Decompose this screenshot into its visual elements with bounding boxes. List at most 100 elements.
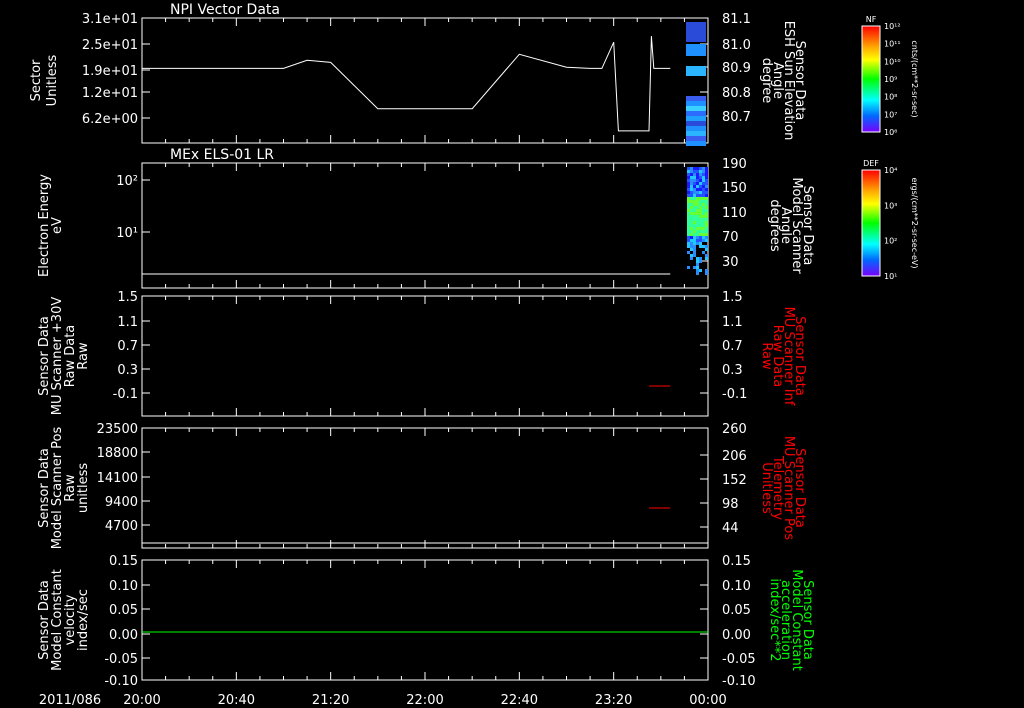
y-tick-label-right: 206	[722, 449, 747, 464]
right-axis-label: Raw	[759, 342, 774, 370]
spectrogram-cell	[686, 111, 706, 116]
heatmap-cell	[693, 230, 696, 233]
heatmap-cell	[693, 176, 696, 179]
heatmap-cell	[693, 185, 696, 188]
y-tick-label-right: 81.0	[722, 38, 751, 53]
heatmap-cell	[696, 176, 699, 179]
y-tick-label: 4700	[105, 519, 138, 534]
y-tick-label-right: 190	[722, 157, 747, 172]
y-tick-label: 6.2e+00	[82, 112, 138, 127]
spectrogram-cell	[686, 131, 706, 136]
y-tick-label: 0.10	[109, 579, 138, 594]
y-tick-label-right: 0.00	[722, 628, 751, 643]
heatmap-cell	[690, 230, 693, 233]
y-tick-label-right: -0.1	[722, 387, 747, 402]
heatmap-cell	[690, 209, 693, 212]
y-tick-label-right: -0.05	[722, 652, 756, 667]
heatmap-cell	[699, 269, 702, 272]
heatmap-cell	[702, 212, 705, 215]
heatmap-cell	[690, 197, 693, 200]
y-tick-label: 3.1e+01	[82, 12, 138, 27]
heatmap-cell	[699, 260, 702, 263]
heatmap-cell	[687, 239, 690, 242]
heatmap-cell	[696, 227, 699, 230]
heatmap-cell	[693, 248, 696, 251]
left-axis-label: Sector	[29, 59, 44, 101]
heatmap-cell	[699, 197, 702, 200]
y-tick-label: -0.1	[113, 387, 138, 402]
y-tick-label-right: 30	[722, 255, 739, 270]
spectrogram-cell	[686, 66, 706, 76]
y-tick-label-right: 81.1	[722, 12, 751, 27]
spectrogram-cell	[686, 22, 706, 42]
right-axis-label: Unitless	[759, 462, 774, 514]
heatmap-cell	[696, 260, 699, 263]
heatmap-cell	[690, 245, 693, 248]
heatmap-cell	[687, 233, 690, 236]
heatmap-cell	[693, 197, 696, 200]
heatmap-cell	[690, 248, 693, 251]
heatmap-cell	[690, 233, 693, 236]
left-axis-label: unitless	[76, 463, 91, 514]
heatmap-cell	[690, 224, 693, 227]
heatmap-cell	[693, 239, 696, 242]
sector-line	[142, 36, 671, 132]
date-label: 2011/086	[39, 693, 101, 708]
heatmap-cell	[702, 194, 705, 197]
heatmap-cell	[693, 209, 696, 212]
y-tick-label: 0.15	[109, 554, 138, 569]
heatmap-cell	[702, 200, 705, 203]
colorbar	[861, 25, 881, 133]
heatmap-cell	[696, 221, 699, 224]
heatmap-cell	[690, 191, 693, 194]
panel-frame	[141, 427, 709, 549]
heatmap-cell	[687, 179, 690, 182]
heatmap-cell	[699, 209, 702, 212]
time-tick-label: 21:20	[312, 693, 349, 708]
heatmap-cell	[693, 188, 696, 191]
heatmap-cell	[699, 257, 702, 260]
heatmap-cell	[699, 170, 702, 173]
heatmap-cell	[690, 218, 693, 221]
heatmap-cell	[696, 179, 699, 182]
heatmap-cell	[702, 197, 705, 200]
heatmap-cell	[696, 194, 699, 197]
heatmap-cell	[687, 194, 690, 197]
time-tick-label: 22:40	[501, 693, 538, 708]
right-axis-label: index/sec**2	[767, 578, 782, 661]
heatmap-cell	[687, 167, 690, 170]
panel-frame	[141, 162, 709, 289]
heatmap-cell	[690, 173, 693, 176]
heatmap-cell	[702, 206, 705, 209]
spectrogram-cell	[686, 141, 706, 146]
y-tick-label-right: 0.05	[722, 603, 751, 618]
heatmap-cell	[702, 182, 705, 185]
heatmap-cell	[699, 194, 702, 197]
y-tick-label-right: 98	[722, 497, 739, 512]
heatmap-cell	[699, 176, 702, 179]
heatmap-cell	[705, 245, 708, 248]
heatmap-cell	[702, 176, 705, 179]
panel-frame	[141, 295, 709, 417]
heatmap-cell	[705, 218, 708, 221]
heatmap-cell	[690, 239, 693, 242]
heatmap-cell	[699, 191, 702, 194]
y-tick-label: 18800	[97, 446, 138, 461]
y-tick-label-right: 0.7	[722, 339, 743, 354]
heatmap-cell	[699, 224, 702, 227]
heatmap-cell	[696, 218, 699, 221]
heatmap-cell	[705, 203, 708, 206]
heatmap-cell	[690, 212, 693, 215]
y-tick-label: 0.3	[117, 363, 138, 378]
heatmap-cell	[696, 203, 699, 206]
y-tick-label-right: 70	[722, 230, 739, 245]
heatmap-cell	[696, 182, 699, 185]
y-tick-label-right: 0.3	[722, 363, 743, 378]
time-tick-label: 20:00	[123, 693, 160, 708]
time-tick-label: 22:00	[406, 693, 443, 708]
y-tick-label-right: 110	[722, 206, 747, 221]
y-tick-label-right: 0.10	[722, 579, 751, 594]
heatmap-cell	[693, 242, 696, 245]
y-tick-label-right: 1.1	[722, 315, 743, 330]
heatmap-cell	[705, 188, 708, 191]
